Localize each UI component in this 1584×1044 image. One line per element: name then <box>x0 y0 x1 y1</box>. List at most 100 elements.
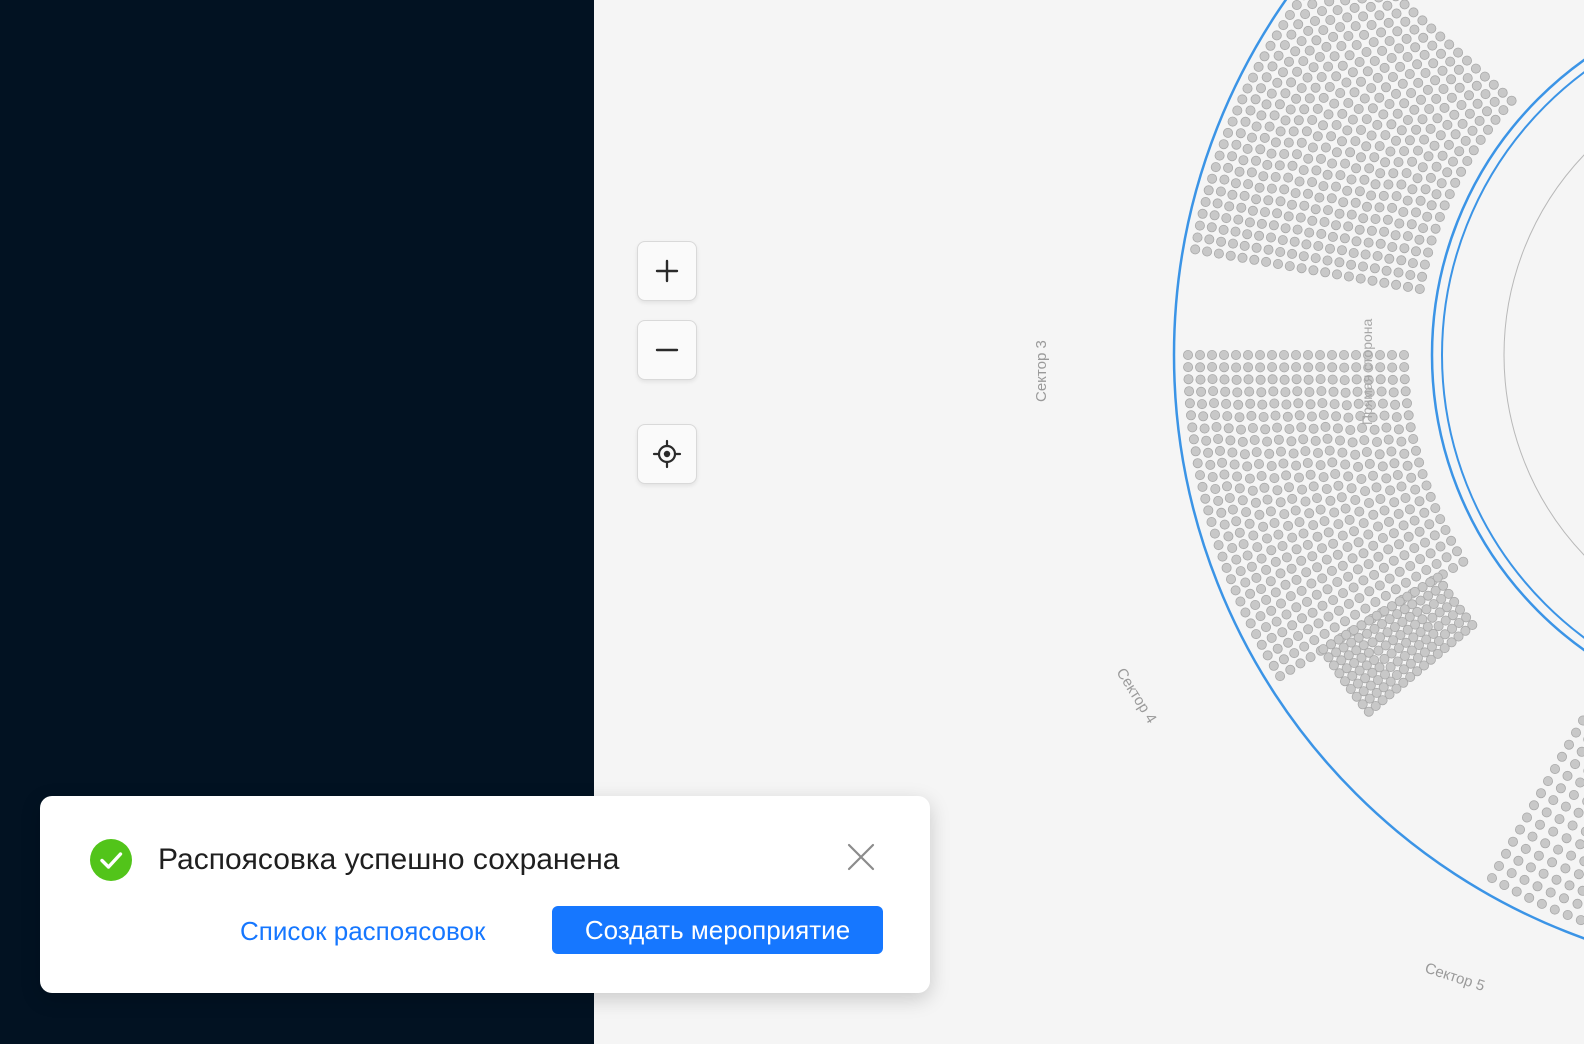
seat[interactable] <box>1431 189 1442 200</box>
seat[interactable] <box>1494 861 1505 872</box>
seat[interactable] <box>1293 398 1304 409</box>
seat[interactable] <box>1421 565 1432 576</box>
seat[interactable] <box>1573 869 1584 880</box>
seat[interactable] <box>1540 838 1551 849</box>
seat[interactable] <box>1361 114 1372 125</box>
seat[interactable] <box>1280 88 1291 99</box>
seat[interactable] <box>1199 423 1210 434</box>
seat[interactable] <box>1321 483 1332 494</box>
seat[interactable] <box>1318 409 1329 420</box>
seat[interactable] <box>1190 446 1201 457</box>
seat[interactable] <box>1349 87 1360 98</box>
seat[interactable] <box>1247 132 1258 143</box>
seat[interactable] <box>1431 559 1442 570</box>
seat[interactable] <box>1377 45 1388 56</box>
seat[interactable] <box>1538 868 1549 879</box>
seat[interactable] <box>1229 459 1240 470</box>
seat[interactable] <box>1566 850 1577 861</box>
seat[interactable] <box>1396 179 1407 190</box>
create-event-button[interactable]: Создать мероприятие <box>552 906 883 954</box>
seat[interactable] <box>1292 224 1303 235</box>
seat[interactable] <box>1231 139 1242 150</box>
seat[interactable] <box>1227 116 1238 127</box>
seat[interactable] <box>1192 232 1203 243</box>
seat[interactable] <box>1303 374 1314 385</box>
seat[interactable] <box>1276 598 1287 609</box>
seat[interactable] <box>1258 521 1269 532</box>
seat[interactable] <box>1439 102 1450 113</box>
seat[interactable] <box>1411 246 1422 257</box>
seat[interactable] <box>1364 586 1375 597</box>
seat[interactable] <box>1346 483 1357 494</box>
seat[interactable] <box>1340 459 1351 470</box>
seat[interactable] <box>1275 246 1286 257</box>
seat[interactable] <box>1256 639 1267 650</box>
seat[interactable] <box>1296 555 1307 566</box>
seat[interactable] <box>1377 461 1388 472</box>
seat[interactable] <box>1453 47 1464 58</box>
seat[interactable] <box>1350 494 1361 505</box>
seat[interactable] <box>1303 153 1314 164</box>
seat[interactable] <box>1318 25 1329 36</box>
seat[interactable] <box>1332 549 1343 560</box>
seat[interactable] <box>1387 349 1398 360</box>
seat[interactable] <box>1404 135 1415 146</box>
seat[interactable] <box>1356 152 1367 163</box>
seat[interactable] <box>1291 574 1302 585</box>
seat[interactable] <box>1287 532 1298 543</box>
seat[interactable] <box>1247 205 1258 216</box>
seat[interactable] <box>1328 538 1339 549</box>
seat[interactable] <box>1240 577 1251 588</box>
seat[interactable] <box>1339 362 1350 373</box>
seat[interactable] <box>1401 168 1412 179</box>
seat[interactable] <box>1223 127 1234 138</box>
seat[interactable] <box>1487 873 1498 884</box>
seat[interactable] <box>1219 362 1230 373</box>
seat[interactable] <box>1323 205 1334 216</box>
seat[interactable] <box>1360 603 1371 614</box>
seat[interactable] <box>1359 174 1370 185</box>
seat[interactable] <box>1305 652 1316 663</box>
seat[interactable] <box>1426 235 1437 246</box>
seat[interactable] <box>1301 126 1312 137</box>
seat[interactable] <box>1307 215 1318 226</box>
seat[interactable] <box>1564 739 1575 750</box>
seat[interactable] <box>1384 573 1395 584</box>
seat[interactable] <box>1543 776 1554 787</box>
seat[interactable] <box>1274 160 1285 171</box>
seat[interactable] <box>1242 461 1253 472</box>
seat[interactable] <box>1383 17 1394 28</box>
seat[interactable] <box>1472 98 1483 109</box>
seat[interactable] <box>1319 216 1330 227</box>
seat[interactable] <box>1384 516 1395 527</box>
seat[interactable] <box>1230 178 1241 189</box>
seat[interactable] <box>1464 108 1475 119</box>
seat[interactable] <box>1251 242 1262 253</box>
seat[interactable] <box>1418 32 1429 43</box>
seat[interactable] <box>1227 504 1238 515</box>
seat[interactable] <box>1399 243 1410 254</box>
seat[interactable] <box>1263 244 1274 255</box>
seat[interactable] <box>1399 362 1410 373</box>
seat[interactable] <box>1393 267 1404 278</box>
seat[interactable] <box>1253 61 1264 72</box>
seat[interactable] <box>1312 103 1323 114</box>
seat[interactable] <box>1219 469 1230 480</box>
seat[interactable] <box>1392 108 1403 119</box>
seat[interactable] <box>1479 71 1490 82</box>
seat[interactable] <box>1275 568 1286 579</box>
seat[interactable] <box>1241 507 1252 518</box>
seat[interactable] <box>1402 115 1413 126</box>
seat[interactable] <box>1360 486 1371 497</box>
seat[interactable] <box>1231 516 1242 527</box>
seat[interactable] <box>1271 616 1282 627</box>
seat[interactable] <box>1304 508 1315 519</box>
seat[interactable] <box>1354 224 1365 235</box>
seat[interactable] <box>1420 537 1431 548</box>
seat[interactable] <box>1205 459 1216 470</box>
seat[interactable] <box>1535 819 1546 830</box>
seat[interactable] <box>1284 261 1295 272</box>
seat[interactable] <box>1268 660 1279 671</box>
seat[interactable] <box>1419 49 1430 60</box>
seat[interactable] <box>1278 458 1289 469</box>
